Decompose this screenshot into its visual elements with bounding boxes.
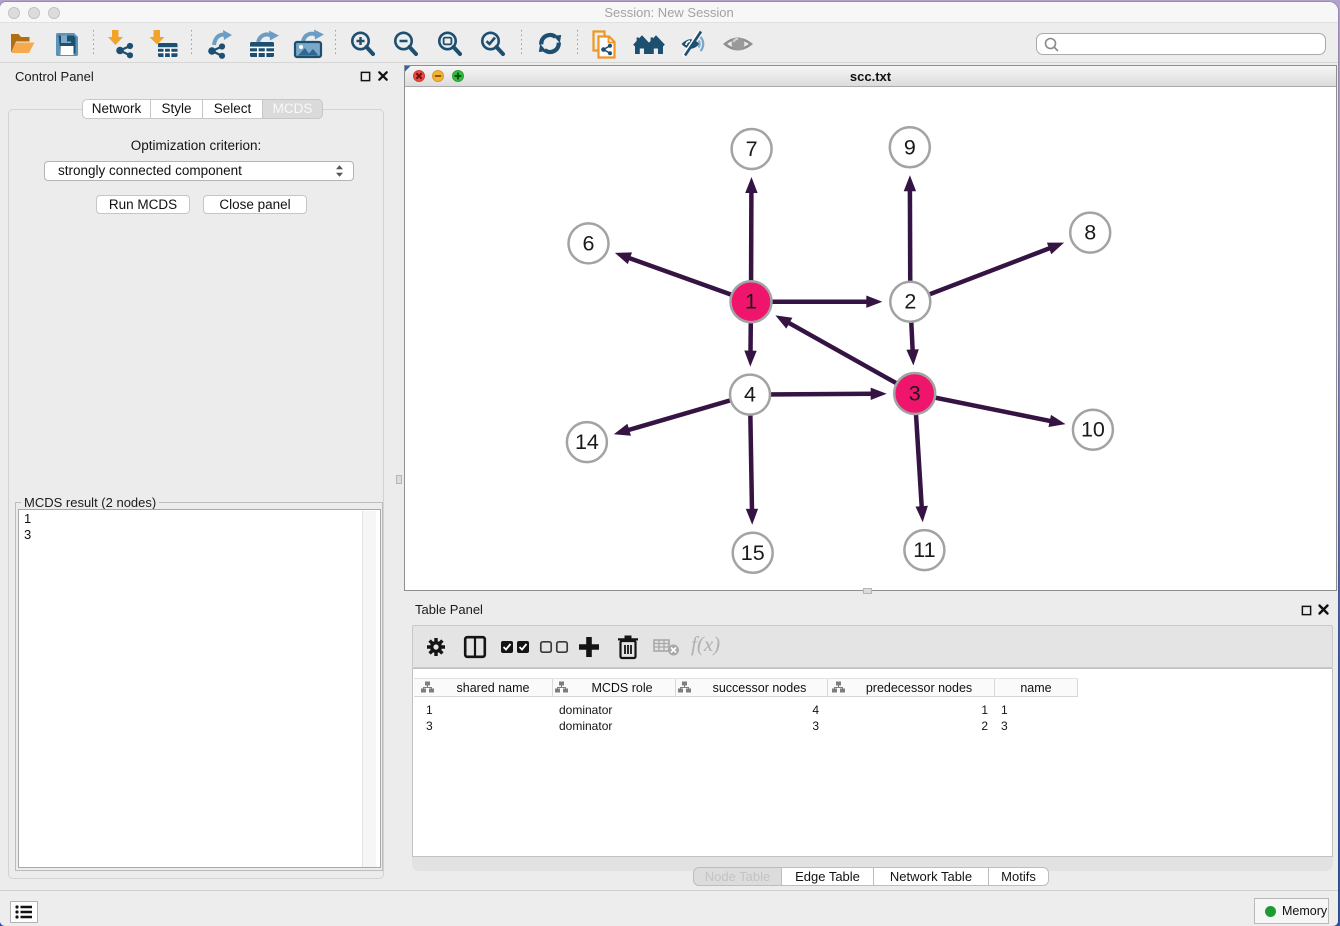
- svg-text:10: 10: [1081, 418, 1105, 442]
- svg-text:15: 15: [741, 541, 765, 565]
- svg-text:11: 11: [913, 538, 935, 562]
- svg-text:2: 2: [904, 290, 916, 314]
- svg-text:3: 3: [909, 382, 921, 406]
- svg-text:7: 7: [746, 137, 758, 161]
- svg-text:14: 14: [575, 430, 599, 454]
- svg-text:4: 4: [744, 383, 756, 407]
- svg-text:8: 8: [1084, 221, 1096, 245]
- svg-text:1: 1: [745, 290, 757, 314]
- svg-text:6: 6: [583, 231, 595, 255]
- svg-text:9: 9: [904, 135, 916, 159]
